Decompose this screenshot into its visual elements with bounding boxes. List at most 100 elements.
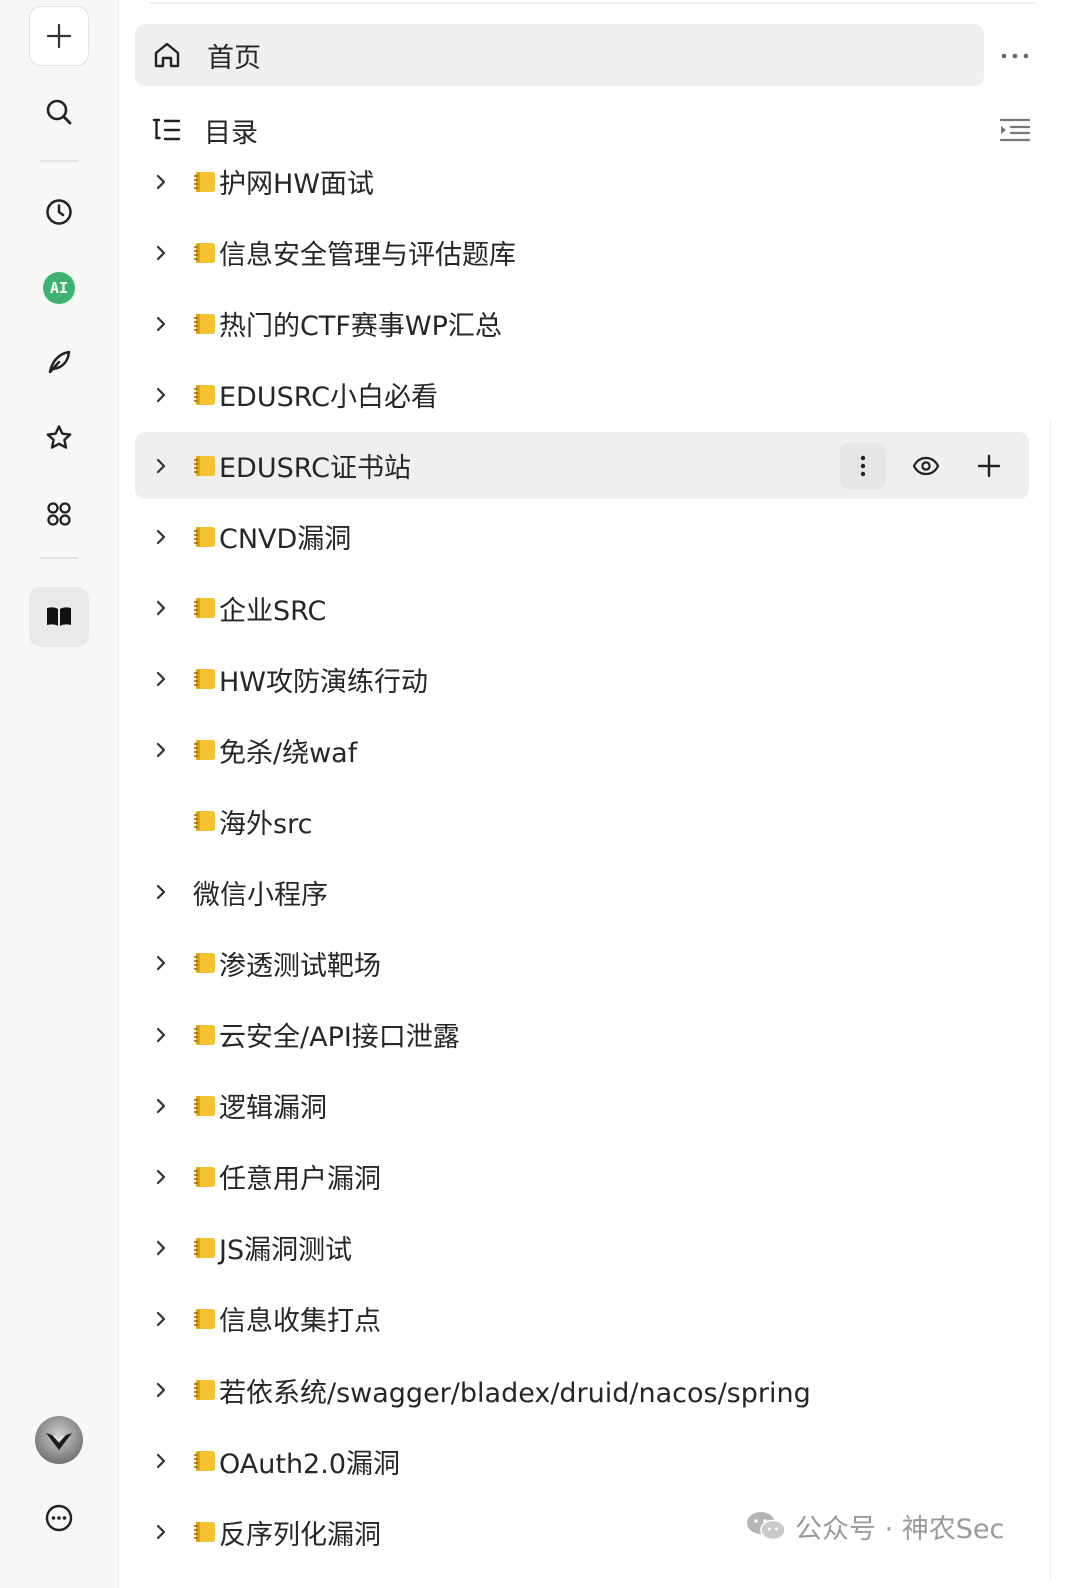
more-horizontal-icon[interactable] — [998, 40, 1032, 72]
tree-item[interactable]: JS漏洞测试 — [135, 1212, 1029, 1283]
library-button[interactable] — [29, 587, 89, 647]
tree-item-label: 渗透测试靶场 — [219, 950, 381, 982]
notebook-folder-icon — [193, 1451, 215, 1472]
chevron-right-icon[interactable] — [150, 1095, 172, 1117]
chevron-right-icon[interactable] — [150, 1024, 172, 1046]
tree-item[interactable]: 海外src — [135, 786, 1029, 857]
toc-icon — [152, 118, 181, 141]
notebook-folder-icon — [193, 1095, 215, 1116]
tree-item-label: JS漏洞测试 — [219, 1235, 353, 1267]
chevron-right-icon[interactable] — [150, 1237, 172, 1259]
more-button[interactable] — [29, 1488, 89, 1548]
rail-divider — [40, 557, 78, 559]
avatar-button[interactable] — [29, 1410, 89, 1470]
chevron-right-icon[interactable] — [150, 668, 172, 690]
tree-item[interactable]: HW攻防演练行动 — [135, 644, 1029, 715]
outline-toggle-icon[interactable] — [998, 114, 1032, 146]
tree-item[interactable]: EDUSRC小白必看 — [135, 359, 1029, 430]
tree-item-label: 云安全/API接口泄露 — [219, 1022, 460, 1054]
home-icon — [154, 42, 180, 68]
chevron-right-icon[interactable] — [150, 952, 172, 974]
notebook-folder-icon — [193, 455, 215, 476]
chevron-right-icon[interactable] — [150, 313, 172, 335]
tree-item[interactable]: EDUSRC证书站 — [135, 432, 1029, 500]
chevron-right-icon[interactable] — [150, 1521, 172, 1543]
tree-item[interactable]: 微信小程序 — [135, 857, 1029, 928]
home-nav-item[interactable]: 首页 — [135, 24, 984, 86]
tree-item[interactable]: CNVD漏洞 — [135, 501, 1029, 572]
top-divider — [150, 2, 1035, 4]
chevron-right-icon[interactable] — [150, 1308, 172, 1330]
tree-item[interactable]: 逻辑漏洞 — [135, 1070, 1029, 1141]
eye-icon — [912, 456, 940, 475]
chevron-right-icon[interactable] — [150, 881, 172, 903]
tree-item-label: CNVD漏洞 — [219, 524, 352, 556]
tree-item-label: 微信小程序 — [193, 879, 328, 911]
chevron-right-icon[interactable] — [150, 171, 172, 193]
tree-item[interactable]: 若依系统/swagger/bladex/druid/nacos/spring — [135, 1355, 1029, 1426]
chevron-right-icon[interactable] — [150, 384, 172, 406]
watermark-text: 公众号 · 神农Sec — [795, 1513, 1005, 1545]
notebook-folder-icon — [193, 1380, 215, 1401]
tree-item[interactable]: 信息收集打点 — [135, 1283, 1029, 1354]
preview-button[interactable] — [903, 443, 949, 489]
search-icon — [46, 99, 72, 125]
notebook-folder-icon — [193, 669, 215, 690]
notebook-folder-icon — [193, 740, 215, 761]
toc-label: 目录 — [204, 117, 258, 149]
chevron-right-icon[interactable] — [150, 242, 172, 264]
tree-item-label: 信息安全管理与评估题库 — [219, 240, 516, 272]
feather-icon — [48, 350, 71, 374]
left-rail: AI — [0, 0, 119, 1588]
tree-item[interactable]: 信息安全管理与评估题库 — [135, 217, 1029, 288]
write-button[interactable] — [29, 332, 89, 392]
tree-item-label: 任意用户漏洞 — [219, 1164, 381, 1196]
chevron-right-icon[interactable] — [150, 1379, 172, 1401]
chevron-right-icon[interactable] — [150, 1450, 172, 1472]
search-button[interactable] — [29, 82, 89, 142]
chevron-right-icon[interactable] — [150, 526, 172, 548]
rail-divider — [40, 160, 78, 162]
plus-icon — [46, 23, 72, 49]
tree-item[interactable]: 热门的CTF赛事WP汇总 — [135, 288, 1029, 359]
notebook-folder-icon — [193, 1237, 215, 1258]
ellipsis-circle-icon — [45, 1504, 73, 1532]
tree-item[interactable]: 免杀/绕waf — [135, 715, 1029, 786]
watermark: 公众号 · 神农Sec — [745, 1508, 1005, 1545]
chevron-right-icon[interactable] — [150, 739, 172, 761]
tree-item-label: 免杀/绕waf — [219, 737, 358, 769]
ai-button[interactable]: AI — [29, 258, 89, 318]
tree-item[interactable]: 护网HW面试 — [135, 146, 1029, 217]
tree-item[interactable]: OAuth2.0漏洞 — [135, 1426, 1029, 1497]
plus-icon — [977, 454, 1001, 478]
toc-tree: 护网HW面试信息安全管理与评估题库热门的CTF赛事WP汇总 EDUSRC小白必看 E… — [135, 146, 1029, 1568]
chevron-right-icon[interactable] — [150, 1166, 172, 1188]
tree-item-label: OAuth2.0漏洞 — [219, 1448, 400, 1480]
notebook-folder-icon — [193, 1166, 215, 1187]
tree-item[interactable]: 渗透测试靶场 — [135, 928, 1029, 999]
tree-item[interactable]: 任意用户漏洞 — [135, 1141, 1029, 1212]
notebook-folder-icon — [193, 811, 215, 832]
notebook-folder-icon — [193, 1308, 215, 1329]
apps-button[interactable] — [29, 484, 89, 544]
new-button[interactable] — [29, 6, 89, 66]
row-menu-button[interactable] — [840, 442, 886, 489]
chevron-right-icon[interactable] — [150, 597, 172, 619]
ai-badge: AI — [43, 272, 75, 304]
add-child-button[interactable] — [966, 443, 1012, 489]
tree-item-label: 逻辑漏洞 — [219, 1093, 327, 1125]
tree-item[interactable]: 企业SRC — [135, 572, 1029, 643]
chevron-right-icon[interactable] — [150, 455, 172, 477]
toc-header[interactable]: 目录 — [150, 110, 258, 150]
clock-icon — [46, 199, 72, 225]
book-icon — [47, 607, 71, 626]
tree-item-label: 海外src — [219, 808, 313, 840]
notebook-folder-icon — [193, 384, 215, 405]
notebook-folder-icon — [193, 598, 215, 619]
avatar — [35, 1416, 83, 1464]
avatar-logo-icon — [46, 1433, 72, 1450]
recent-button[interactable] — [29, 182, 89, 242]
tree-item[interactable]: 云安全/API接口泄露 — [135, 999, 1029, 1070]
scrollbar-track[interactable] — [1050, 420, 1056, 1580]
favorites-button[interactable] — [29, 408, 89, 468]
